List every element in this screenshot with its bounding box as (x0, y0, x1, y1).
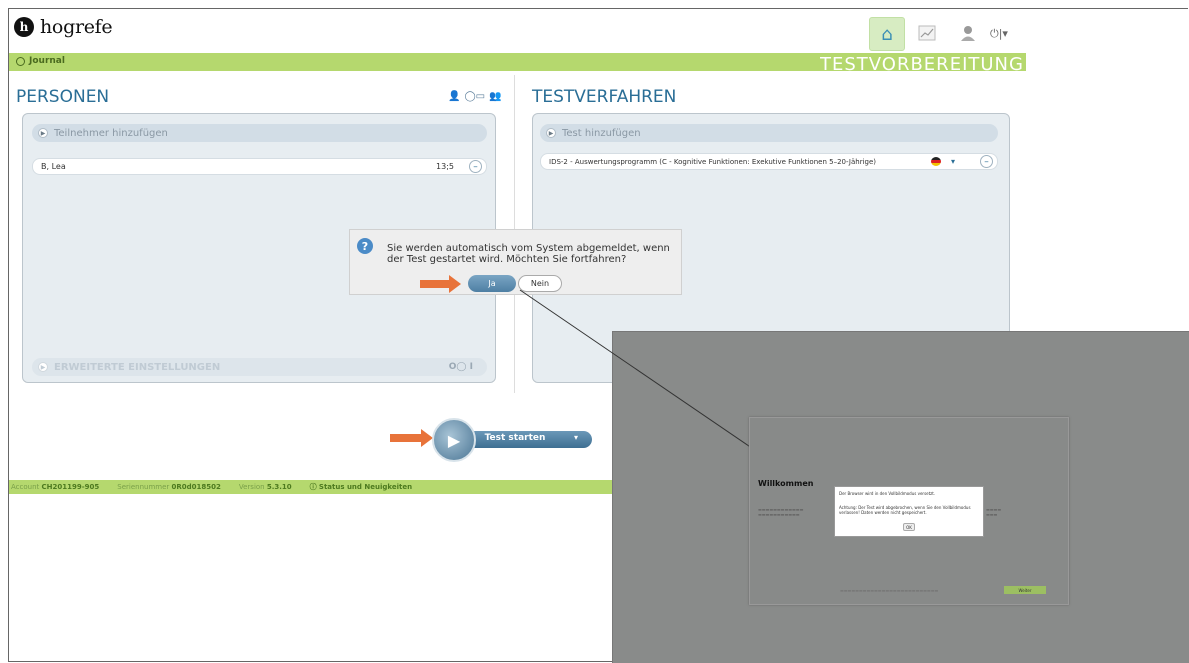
chevron-down-icon[interactable]: ▾ (574, 433, 578, 442)
no-button[interactable]: Nein (518, 275, 562, 292)
logo: h hogrefe (14, 16, 113, 38)
faint-placeholder-text: ▬▬▬▬▬▬▬▬▬▬▬▬ ▬▬▬▬▬▬▬▬▬▬▬ (758, 507, 804, 517)
chart-icon[interactable] (910, 17, 944, 49)
ok-button[interactable]: OK (903, 523, 915, 531)
dialog-message: Sie werden automatisch vom System abgeme… (387, 243, 670, 265)
participant-name: B, Lea (41, 162, 66, 171)
version-info: Version 5.3.10 (238, 483, 292, 491)
remove-test-icon[interactable]: – (980, 155, 993, 168)
user-icon[interactable] (951, 17, 985, 49)
serial-info: Seriennummer 0R0d018502 (117, 483, 221, 491)
yes-button[interactable]: Ja (468, 275, 516, 292)
question-icon: ? (357, 238, 373, 254)
advanced-settings-label: ERWEITERTE EINSTELLUNGEN (54, 361, 221, 373)
person-icon[interactable]: 👤 (448, 91, 460, 102)
persons-toolbar: 👤 ◯▭ 👥 (448, 91, 502, 102)
add-participant-label: Teilnehmer hinzufügen (54, 127, 168, 139)
chevron-down-icon[interactable]: ▾ (951, 157, 955, 166)
play-icon: ▶ (546, 128, 556, 138)
mode-title: TESTVORBEREITUNG (820, 56, 1024, 72)
start-test-label: Test starten (484, 433, 546, 443)
list-item[interactable]: B, Lea 13;5 – (32, 158, 487, 175)
power-menu[interactable]: ⏻|▾ (990, 27, 1008, 41)
news-link[interactable]: ⓘ Status und Neuigkeiten (310, 482, 412, 492)
play-icon: ▶ (38, 362, 48, 372)
german-flag-icon (931, 157, 941, 166)
clock-icon (16, 56, 25, 66)
participant-age: 13;5 (436, 162, 454, 171)
orange-arrow-icon (449, 275, 461, 293)
popup-warning: Achtung: Der Test wird abgebrochen, wenn… (839, 505, 971, 515)
orange-arrow-body (390, 434, 422, 442)
toggle-switch-icon[interactable]: O◯ I (449, 362, 473, 372)
add-test-button[interactable]: ▶ Test hinzufügen (540, 124, 998, 142)
add-test-label: Test hinzufügen (562, 127, 641, 139)
journal-label: Journal (29, 56, 65, 66)
list-item[interactable]: IDS-2 - Auswertungsprogramm (C - Kogniti… (540, 153, 998, 170)
advanced-settings-button[interactable]: ▶ ERWEITERTE EINSTELLUNGEN O◯ I (32, 358, 487, 376)
test-name: IDS-2 - Auswertungsprogramm (C - Kogniti… (549, 157, 876, 166)
persons-title: PERSONEN (16, 87, 110, 107)
welcome-title: Willkommen (758, 479, 814, 488)
faint-placeholder-text: ▬▬▬▬ ▬▬▬ (986, 507, 1002, 517)
hogrefe-logo-icon: h (14, 17, 34, 37)
play-icon[interactable]: ▶ (432, 418, 476, 462)
add-participant-button[interactable]: ▶ Teilnehmer hinzufügen (32, 124, 487, 142)
orange-arrow-body (420, 280, 450, 288)
account-info: Account CH201199-905 (11, 483, 100, 491)
popup-text: Der Browser wird in den Vollbildmodus ve… (839, 491, 936, 496)
remove-participant-icon[interactable]: – (469, 160, 482, 173)
home-icon[interactable]: ⌂ (869, 17, 905, 51)
toggle-icon[interactable]: ◯▭ (464, 91, 485, 102)
faint-placeholder-text: ▬▬▬▬▬▬▬▬▬▬▬▬▬▬▬▬▬▬▬▬▬▬▬▬▬▬ (840, 588, 939, 593)
play-icon: ▶ (38, 128, 48, 138)
logo-text: hogrefe (40, 16, 113, 38)
tests-title: TESTVERFAHREN (532, 87, 677, 107)
journal-button[interactable]: Journal (16, 56, 65, 66)
next-button[interactable]: Weiter (1004, 586, 1046, 594)
group-icon[interactable]: 👥 (489, 91, 501, 102)
